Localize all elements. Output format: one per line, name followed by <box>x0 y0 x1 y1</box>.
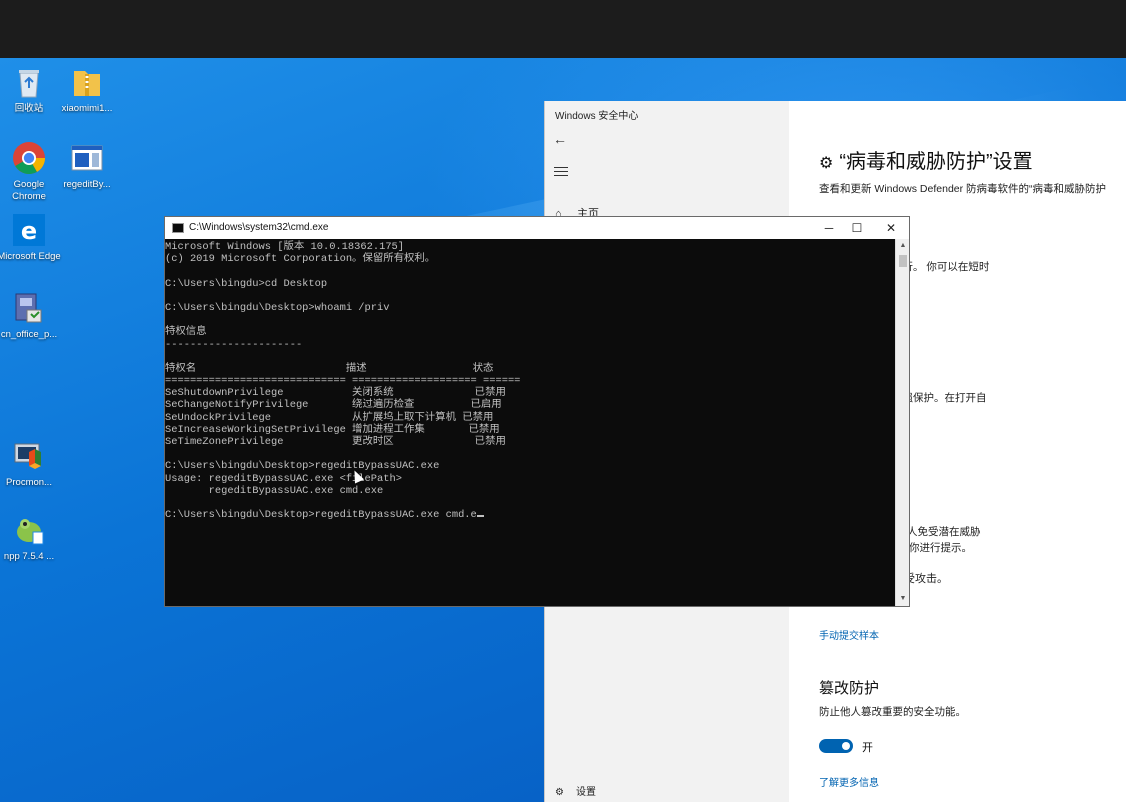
console-line: SeTimeZonePrivilege 更改时区 已禁用 <box>165 436 506 448</box>
scroll-up-arrow-icon[interactable]: ▲ <box>896 239 910 253</box>
console-line: Microsoft Windows [版本 10.0.18362.175] <box>165 241 405 253</box>
security-window-title: Windows 安全中心 <box>555 111 639 122</box>
scrollbar-thumb[interactable] <box>899 255 907 267</box>
top-black-bar <box>0 0 1126 58</box>
console-line: 特权名 描述 状态 <box>165 362 494 375</box>
console-line: SeUndockPrivilege 从扩展坞上取下计算机 已禁用 <box>165 411 494 424</box>
page-title: ⚙ “病毒和威胁防护”设置 <box>819 145 1033 174</box>
zip-folder-icon <box>74 71 100 96</box>
learn-more-link[interactable]: 了解更多信息 <box>819 774 879 789</box>
tamper-protection-toggle[interactable] <box>819 739 853 753</box>
svg-text:e: e <box>21 217 37 245</box>
console-line: Usage: regeditBypassUAC.exe <filePath> <box>165 472 402 485</box>
desktop-icon-office[interactable]: cn_office_p... <box>0 290 61 341</box>
console-input-text: C:\Users\bingdu\Desktop>regeditBypassUAC… <box>165 509 477 522</box>
exe-app-icon <box>71 145 103 171</box>
icon-label: xiaomimi1... <box>61 103 113 114</box>
cmd-vertical-scrollbar[interactable]: ▲ ▼ <box>895 239 909 606</box>
console-line: SeShutdownPrivilege 关闭系统 已禁用 <box>165 387 506 400</box>
icon-label: Microsoft Edge <box>0 251 61 262</box>
cmd-titlebar[interactable]: C:\Windows\system32\cmd.exe ─ ☐ ✕ <box>165 217 909 239</box>
cmd-console-output[interactable]: Microsoft Windows [版本 10.0.18362.175] (c… <box>165 239 895 606</box>
hamburger-menu-icon[interactable] <box>554 167 568 179</box>
settings-gears-icon: ⚙ <box>819 155 834 172</box>
desktop-icon-recycle-bin[interactable]: 回收站 <box>0 64 61 115</box>
procmon-icon <box>14 443 41 469</box>
icon-label: Google Chrome <box>12 179 46 202</box>
console-line: C:\Users\bingdu>cd Desktop <box>165 277 328 290</box>
submit-sample-link[interactable]: 手动提交样本 <box>819 627 879 642</box>
console-line: C:\Users\bingdu\Desktop>whoami /priv <box>165 301 390 314</box>
desktop-icon-regeditbypass[interactable]: regeditBy... <box>55 140 119 191</box>
toggle-state-label: 开 <box>862 742 873 754</box>
close-button[interactable]: ✕ <box>877 220 905 236</box>
desktop-icon-procmon[interactable]: Procmon... <box>0 438 61 489</box>
gear-icon: ⚙ <box>555 787 564 798</box>
page-title-text: “病毒和威胁防护”设置 <box>839 151 1033 173</box>
tamper-protection-desc: 防止他人篡改重要的安全功能。 <box>819 706 966 718</box>
text-cursor <box>476 515 484 518</box>
tamper-protection-heading: 篡改防护 <box>819 680 880 697</box>
console-line: (c) 2019 Microsoft Corporation。保留所有权利。 <box>165 253 436 266</box>
back-arrow-icon[interactable]: ← <box>553 131 567 147</box>
icon-label: Procmon... <box>6 477 52 488</box>
edge-icon: e <box>13 214 45 246</box>
console-line: ============================= ==========… <box>165 375 521 388</box>
maximize-button[interactable]: ☐ <box>843 220 871 236</box>
cmd-window[interactable]: C:\Windows\system32\cmd.exe ─ ☐ ✕ Micros… <box>164 216 910 607</box>
chrome-icon <box>13 142 46 175</box>
desktop-icon-notepad-plus-plus[interactable]: npp 7.5.4 ... <box>0 512 61 563</box>
desktop-icon-edge[interactable]: e Microsoft Edge <box>0 212 61 263</box>
console-line: SeChangeNotifyPrivilege 绕过遍历检查 已启用 <box>165 399 502 412</box>
console-prompt-line[interactable]: C:\Users\bingdu\Desktop>regeditBypassUAC… <box>165 509 895 521</box>
notepad-plus-plus-icon <box>17 519 44 545</box>
desktop-icon-chrome[interactable]: Google Chrome <box>0 140 61 203</box>
icon-label: cn_office_p... <box>0 329 58 340</box>
recycle-bin-icon <box>19 70 39 98</box>
console-line: regeditBypassUAC.exe cmd.exe <box>165 484 384 497</box>
installer-icon <box>15 293 42 323</box>
console-line: ---------------------- <box>165 338 303 351</box>
scroll-down-arrow-icon[interactable]: ▼ <box>896 592 910 606</box>
console-line: 特权信息 <box>165 326 207 339</box>
icon-label: npp 7.5.4 ... <box>3 551 55 562</box>
minimize-button[interactable]: ─ <box>815 220 843 236</box>
icon-label: regeditBy... <box>63 179 111 190</box>
icon-label: 回收站 <box>14 103 44 114</box>
console-line: SeIncreaseWorkingSetPrivilege 增加进程工作集 已禁… <box>165 423 500 436</box>
desktop-icon-zip[interactable]: xiaomimi1... <box>55 64 119 115</box>
console-line: C:\Users\bingdu\Desktop>regeditBypassUAC… <box>165 460 440 473</box>
page-subtitle: 查看和更新 Windows Defender 防病毒软件的“病毒和威胁防护 <box>819 183 1107 195</box>
toggle-knob <box>842 742 850 750</box>
nav-item-settings[interactable]: ⚙ 设置 <box>555 783 596 798</box>
cmd-window-title: C:\Windows\system32\cmd.exe <box>189 222 329 233</box>
nav-settings-label: 设置 <box>575 787 596 798</box>
cmd-app-icon <box>172 223 184 233</box>
